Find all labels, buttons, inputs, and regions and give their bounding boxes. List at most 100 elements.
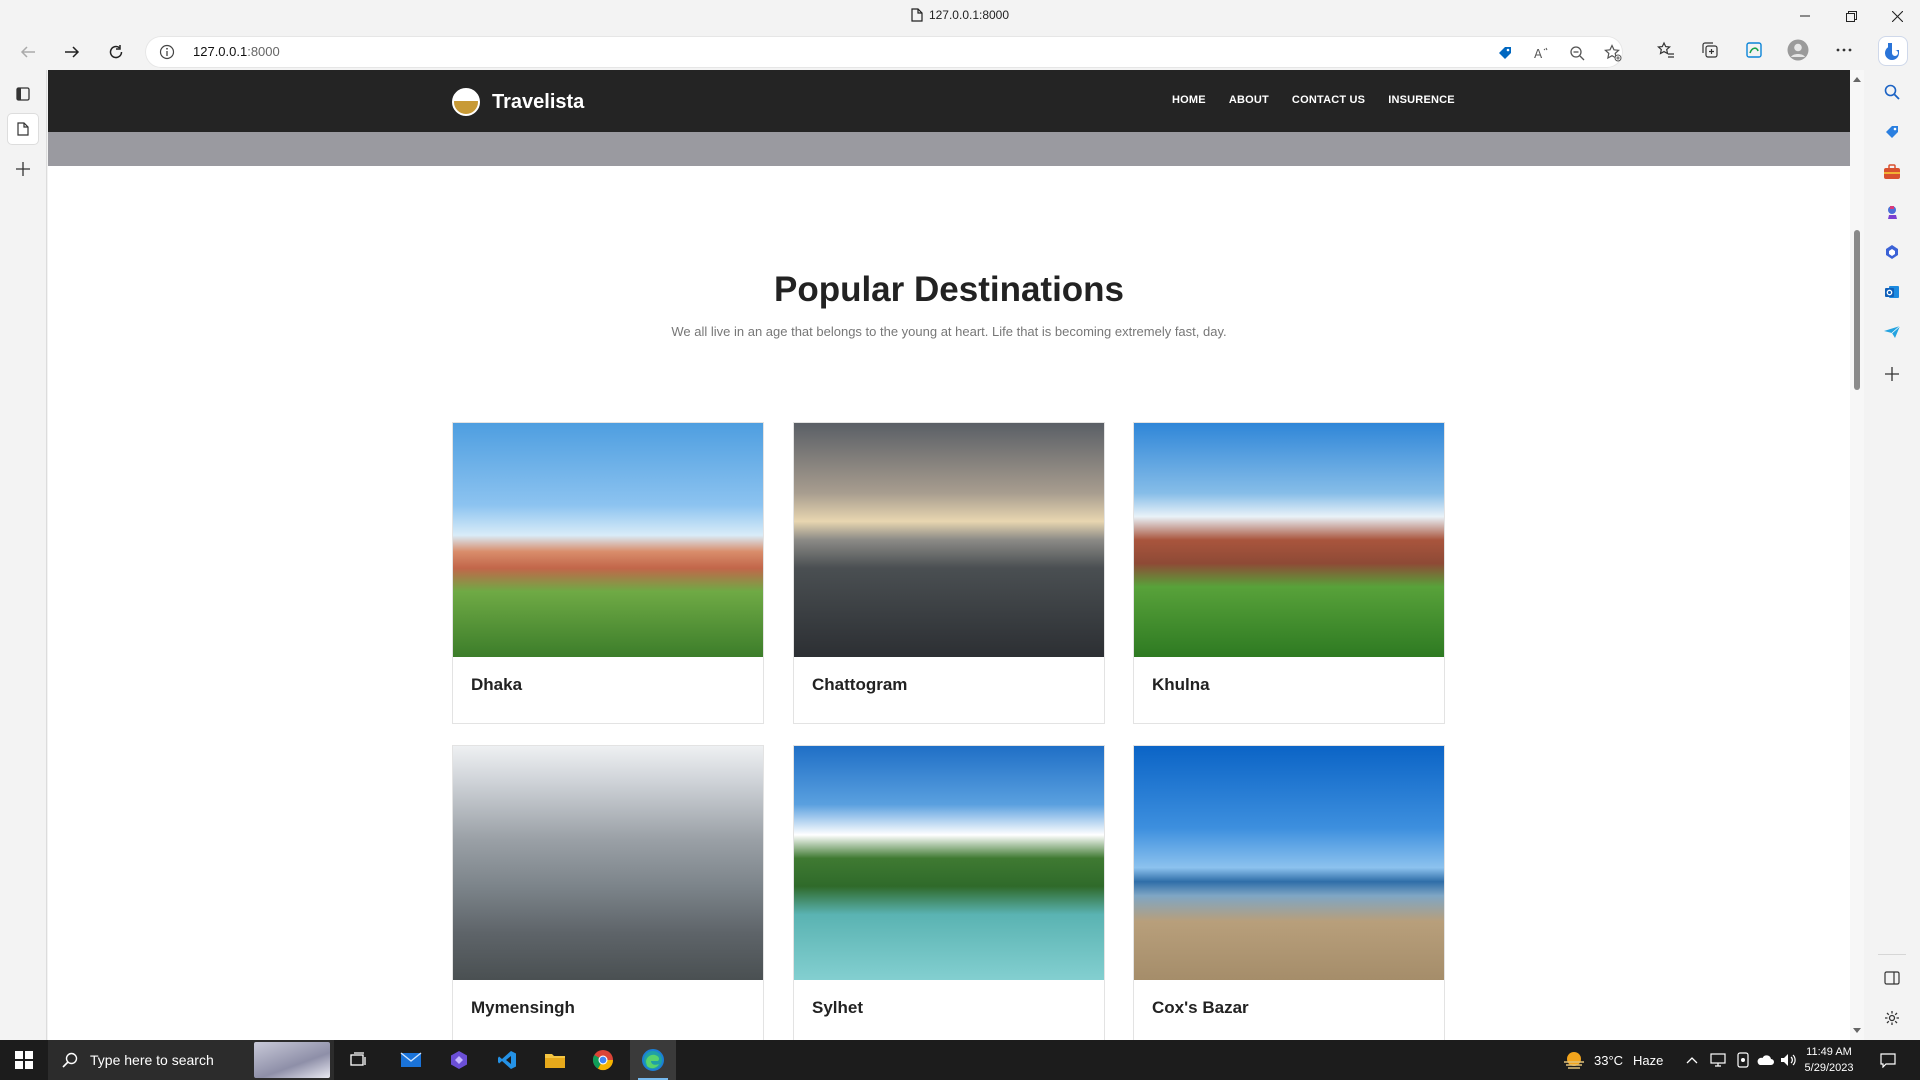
address-bar[interactable]: 127.0.0.1:8000 A — [145, 36, 1623, 68]
window-title-text: 127.0.0.1:8000 — [928, 8, 1010, 22]
tools-icon[interactable] — [1882, 162, 1902, 182]
clock-date: 5/29/2023 — [1804, 1062, 1854, 1074]
chrome-icon[interactable] — [580, 1040, 626, 1080]
add-favorite-icon[interactable] — [1604, 44, 1622, 62]
destination-card-dhaka[interactable]: Dhaka — [452, 422, 764, 724]
tab-actions-icon[interactable] — [8, 79, 38, 109]
scroll-thumb[interactable] — [1854, 230, 1860, 390]
url-text[interactable]: 127.0.0.1:8000 — [193, 44, 280, 59]
web-page: Travelista HOME ABOUT CONTACT US INSUREN… — [48, 70, 1850, 1040]
back-button[interactable] — [12, 36, 44, 68]
tab-current-page[interactable] — [8, 114, 38, 144]
read-aloud-icon[interactable]: A — [1532, 44, 1550, 62]
destination-name[interactable]: Khulna — [1152, 675, 1210, 695]
shopping-icon[interactable] — [1882, 122, 1902, 142]
brand-name[interactable]: Travelista — [492, 91, 584, 114]
scroll-down-arrow-icon[interactable] — [1852, 1026, 1862, 1036]
volume-icon[interactable] — [1780, 1040, 1796, 1080]
device-icon[interactable] — [1710, 1040, 1726, 1080]
destination-photo[interactable] — [453, 746, 763, 980]
task-view-icon[interactable] — [336, 1040, 382, 1080]
scroll-up-arrow-icon[interactable] — [1852, 74, 1862, 84]
search-highlight-image — [254, 1042, 330, 1078]
banner-strip — [48, 132, 1850, 166]
menu-contact-us[interactable]: CONTACT US — [1292, 94, 1365, 106]
hide-sidebar-icon[interactable] — [1882, 968, 1902, 988]
more-options-icon[interactable] — [1830, 36, 1858, 64]
edge-sidebar — [1864, 70, 1920, 1040]
outlook-icon[interactable] — [1882, 282, 1902, 302]
page-icon — [911, 8, 923, 25]
destination-card-mymensingh[interactable]: Mymensingh — [452, 745, 764, 1040]
copilot-button[interactable] — [1878, 36, 1908, 66]
notifications-icon[interactable] — [1880, 1040, 1896, 1080]
destination-photo[interactable] — [1134, 746, 1444, 980]
drop-icon[interactable] — [1882, 322, 1902, 342]
file-explorer-icon[interactable] — [532, 1040, 578, 1080]
zoom-out-icon[interactable] — [1568, 44, 1586, 62]
weather-desc: Haze — [1633, 1052, 1664, 1068]
sidebar-settings-icon[interactable] — [1882, 1008, 1902, 1028]
show-hidden-icons-chevron-icon[interactable] — [1686, 1040, 1698, 1080]
destination-name[interactable]: Chattogram — [812, 675, 907, 695]
section-title: Popular Destinations — [773, 270, 1125, 309]
shopping-tag-icon[interactable] — [1496, 44, 1514, 62]
svg-text:A: A — [1534, 47, 1543, 61]
menu-home[interactable]: HOME — [1172, 94, 1206, 106]
info-icon[interactable] — [159, 44, 175, 65]
profile-avatar[interactable] — [1784, 36, 1812, 64]
close-button[interactable] — [1874, 0, 1920, 32]
games-icon[interactable] — [1882, 202, 1902, 222]
meet-now-icon[interactable] — [1736, 1040, 1750, 1080]
weather-widget[interactable]: 33°C Haze — [1562, 1040, 1663, 1080]
mail-icon[interactable] — [388, 1040, 434, 1080]
microsoft-365-icon[interactable] — [1882, 242, 1902, 262]
performance-icon[interactable] — [1740, 36, 1768, 64]
title-bar: 127.0.0.1:8000 — [0, 0, 1920, 32]
page-scrollbar[interactable] — [1850, 70, 1864, 1040]
destination-name[interactable]: Mymensingh — [471, 998, 575, 1018]
new-tab-button[interactable] — [8, 154, 38, 184]
destination-card-coxs-bazar[interactable]: Cox's Bazar — [1133, 745, 1445, 1040]
destination-name[interactable]: Dhaka — [471, 675, 522, 695]
destination-card-khulna[interactable]: Khulna — [1133, 422, 1445, 724]
search-icon — [62, 1052, 78, 1068]
destination-photo[interactable] — [794, 423, 1104, 657]
haze-sun-icon — [1564, 1052, 1584, 1069]
refresh-button[interactable] — [100, 36, 132, 68]
browser-toolbar: 127.0.0.1:8000 A — [0, 32, 1920, 70]
site-header: Travelista HOME ABOUT CONTACT US INSUREN… — [48, 70, 1850, 132]
destination-photo[interactable] — [453, 423, 763, 657]
collections-icon[interactable] — [1696, 36, 1724, 64]
main-menu: HOME ABOUT CONTACT US INSURENCE — [1172, 94, 1455, 106]
destination-name[interactable]: Sylhet — [812, 998, 863, 1018]
add-sidebar-app-icon[interactable] — [1882, 364, 1902, 384]
taskbar-search[interactable]: Type here to search — [48, 1040, 334, 1080]
destination-photo[interactable] — [794, 746, 1104, 980]
destination-name[interactable]: Cox's Bazar — [1152, 998, 1249, 1018]
minimize-button[interactable] — [1782, 0, 1828, 32]
menu-insurence[interactable]: INSURENCE — [1388, 94, 1455, 106]
vertical-tab-strip — [0, 70, 47, 1040]
favorites-icon[interactable] — [1652, 36, 1680, 64]
section-subtitle: We all live in an age that belongs to th… — [671, 324, 1227, 339]
search-placeholder: Type here to search — [90, 1052, 214, 1068]
brand-logo-icon — [452, 88, 480, 116]
destination-photo[interactable] — [1134, 423, 1444, 657]
taskbar-clock[interactable]: 11:49 AM 5/29/2023 — [1798, 1044, 1860, 1076]
forward-button[interactable] — [56, 36, 88, 68]
search-icon[interactable] — [1882, 82, 1902, 102]
menu-about[interactable]: ABOUT — [1229, 94, 1269, 106]
destination-card-chattogram[interactable]: Chattogram — [793, 422, 1105, 724]
clock-time: 11:49 AM — [1806, 1046, 1852, 1058]
edge-taskbar-icon[interactable] — [630, 1040, 676, 1080]
vscode-icon[interactable] — [484, 1040, 530, 1080]
start-button[interactable] — [0, 1040, 48, 1080]
weather-temp: 33°C — [1594, 1052, 1624, 1068]
sidebar-divider — [1878, 954, 1906, 955]
restore-button[interactable] — [1828, 0, 1874, 32]
onedrive-icon[interactable] — [1756, 1040, 1774, 1080]
brand[interactable]: Travelista — [452, 88, 584, 116]
destination-card-sylhet[interactable]: Sylhet — [793, 745, 1105, 1040]
visual-studio-icon[interactable] — [436, 1040, 482, 1080]
